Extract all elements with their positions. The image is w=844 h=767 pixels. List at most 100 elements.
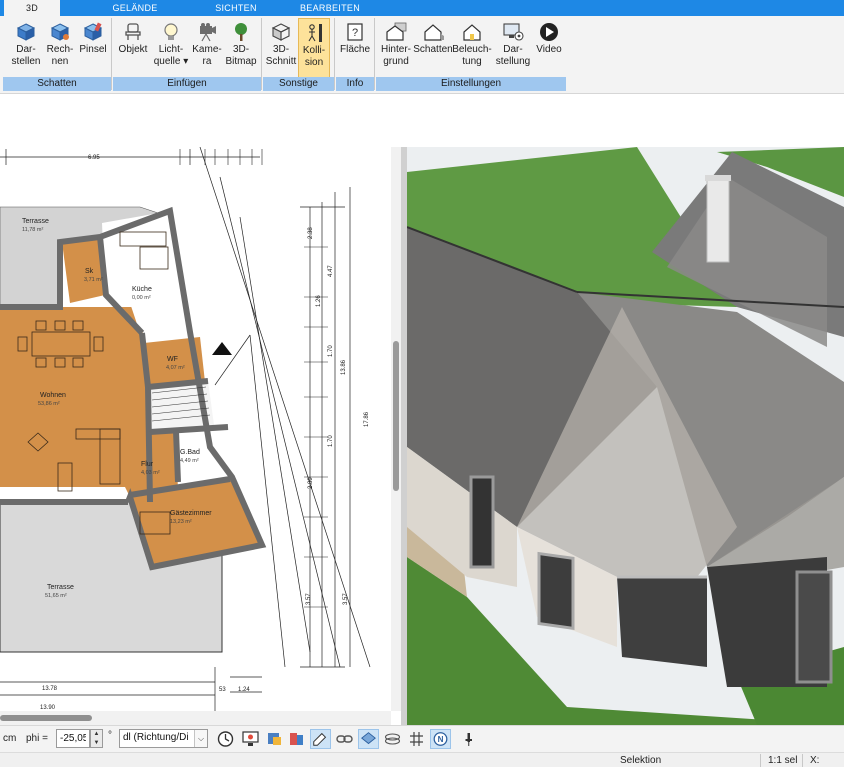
direction-select[interactable]: dl (Richtung/Di ⌵: [119, 729, 208, 748]
objekt-button[interactable]: Objekt: [116, 18, 150, 78]
darstellen-label-1: Dar-: [16, 44, 36, 55]
group-label-sonstige: Sonstige: [263, 77, 334, 91]
plan-vertical-scrollbar[interactable]: [391, 147, 401, 711]
room-wohnen-name: Wohnen: [40, 392, 66, 399]
flaeche-label: Fläche: [339, 44, 370, 55]
phi-label: phi =: [26, 733, 48, 744]
status-separator: [802, 754, 803, 767]
tab-3d[interactable]: 3D: [4, 0, 60, 16]
darstellen-button[interactable]: Dar- stellen: [6, 18, 46, 78]
bottom-toolbar: cm phi = ▲▼ ° dl (Richtung/Di ⌵: [0, 725, 844, 752]
hintergrund-button[interactable]: Hinter- grund: [377, 18, 415, 78]
bitmap-label-2: Bitmap: [225, 56, 257, 67]
room-flur-area: 4,03 m²: [141, 470, 160, 476]
rechnen-label-1: Rech-: [46, 44, 74, 55]
kollision-label-1: Kolli-: [302, 45, 326, 56]
schatten-settings-button[interactable]: Schatten: [413, 18, 453, 78]
beleuchtung-button[interactable]: Beleuch- tung: [452, 18, 492, 78]
group-separator: [374, 18, 375, 90]
clock-icon[interactable]: [215, 729, 236, 749]
tab-sichten[interactable]: SICHTEN: [196, 0, 276, 16]
tab-bearbeiten[interactable]: BEARBEITEN: [280, 0, 380, 16]
flaeche-button[interactable]: ? Fläche: [337, 18, 373, 78]
wireframe-icon[interactable]: [382, 729, 403, 749]
bitmap-label-1: 3D-: [232, 44, 250, 55]
3d-view-canvas[interactable]: [407, 147, 844, 725]
group-separator: [111, 18, 112, 90]
dim-right-357a: 3.57: [343, 593, 349, 605]
brush-icon: [83, 22, 103, 41]
status-scale: 1:1 sel: [768, 755, 798, 766]
dim-right-170b: 1.70: [328, 435, 334, 447]
ribbon: Dar- stellen Rech- nen Pinsel Objekt Lic…: [0, 16, 844, 94]
chimney: [706, 176, 730, 263]
darstellung-button[interactable]: Dar- stellung: [493, 18, 533, 78]
plan-horizontal-scrollbar[interactable]: [0, 711, 391, 725]
schnitt-label-2: Schnitt: [265, 56, 297, 67]
dim-right-1786: 17.86: [364, 411, 370, 427]
room-terrasse-top-name: Terrasse: [22, 218, 49, 225]
svg-text:?: ?: [352, 27, 358, 39]
direction-arrow: [212, 342, 232, 355]
pinsel-button[interactable]: Pinsel: [78, 18, 108, 78]
chimney-cap: [705, 175, 731, 181]
paint-icon[interactable]: [286, 729, 307, 749]
render-screen-icon[interactable]: [240, 729, 261, 749]
3d-house-render: [407, 147, 844, 725]
dim-right-289: 2.89: [308, 477, 314, 489]
floor-plan-canvas[interactable]: 6.95 13.78 13.90 53 1.24 17.86 13.86 3.5…: [0, 147, 391, 711]
group-label-info: Info: [336, 77, 374, 91]
wohnen-floor: [0, 307, 148, 497]
pin-icon[interactable]: [458, 729, 479, 749]
darstellen-label-2: stellen: [11, 56, 41, 67]
room-wf-name: WF: [167, 356, 178, 363]
darstellung-label-1: Dar-: [503, 44, 523, 55]
grid-icon[interactable]: [406, 729, 427, 749]
house-light-icon: [463, 24, 481, 41]
room-gaeste-name: Gästezimmer: [170, 510, 212, 517]
bitmap-button[interactable]: 3D- Bitmap: [224, 18, 258, 78]
status-mode: Selektion: [620, 755, 662, 766]
window-center: [537, 551, 575, 631]
group-label-einstellungen: Einstellungen: [376, 77, 566, 91]
room-wf-area: 4,07 m²: [166, 365, 185, 371]
window-right: [795, 570, 833, 684]
play-icon: [540, 23, 558, 41]
dim-top-695: 6.95: [88, 155, 100, 161]
chevron-down-icon: ⌵: [194, 730, 207, 747]
kamera-button[interactable]: Kame- ra: [190, 18, 224, 78]
kollision-button[interactable]: Kolli- sion: [298, 18, 330, 78]
cube-calc-icon: [50, 23, 70, 41]
schatten-settings-label: Schatten: [413, 44, 453, 55]
lichtquelle-label-2: quelle ▾: [153, 56, 189, 67]
room-kueche-area: 0,00 m²: [132, 295, 151, 301]
plan-vertical-scroll-thumb[interactable]: [393, 341, 399, 491]
plan-horizontal-scroll-thumb[interactable]: [0, 715, 92, 721]
dim-bottom-1378: 13.78: [42, 686, 58, 692]
link-icon[interactable]: [334, 729, 355, 749]
tab-gelaende[interactable]: GELÄNDE: [95, 0, 175, 16]
dim-bottom-124: 1.24: [238, 687, 250, 693]
room-gbad-name: G.Bad: [180, 449, 200, 456]
objekt-label: Objekt: [118, 44, 148, 55]
color-bucket-icon[interactable]: [264, 729, 285, 749]
dim-right-170a: 1.70: [328, 345, 334, 357]
pencil-tool-icon[interactable]: [310, 729, 331, 749]
lichtquelle-button[interactable]: Licht- quelle ▾: [152, 18, 190, 78]
group-separator: [334, 18, 335, 90]
application-window: 3D GELÄNDE SICHTEN BEARBEITEN Dar- stell…: [0, 0, 844, 767]
lightbulb-icon: [164, 23, 178, 40]
rechnen-button[interactable]: Rech- nen: [44, 18, 76, 78]
layer-icon[interactable]: [358, 729, 379, 749]
beleuchtung-label-2: tung: [462, 56, 482, 67]
kollision-label-2: sion: [304, 57, 324, 68]
phi-spinner[interactable]: ▲ ▼: [90, 729, 103, 748]
schnitt-label-1: 3D-: [272, 44, 290, 55]
rechnen-label-2: nen: [51, 56, 69, 67]
schnitt-button[interactable]: 3D- Schnitt: [264, 18, 298, 78]
video-label: Video: [536, 44, 562, 55]
facade-dark-front: [617, 577, 707, 667]
north-icon[interactable]: N: [430, 729, 451, 749]
video-button[interactable]: Video: [532, 18, 566, 78]
phi-input[interactable]: [56, 729, 90, 748]
